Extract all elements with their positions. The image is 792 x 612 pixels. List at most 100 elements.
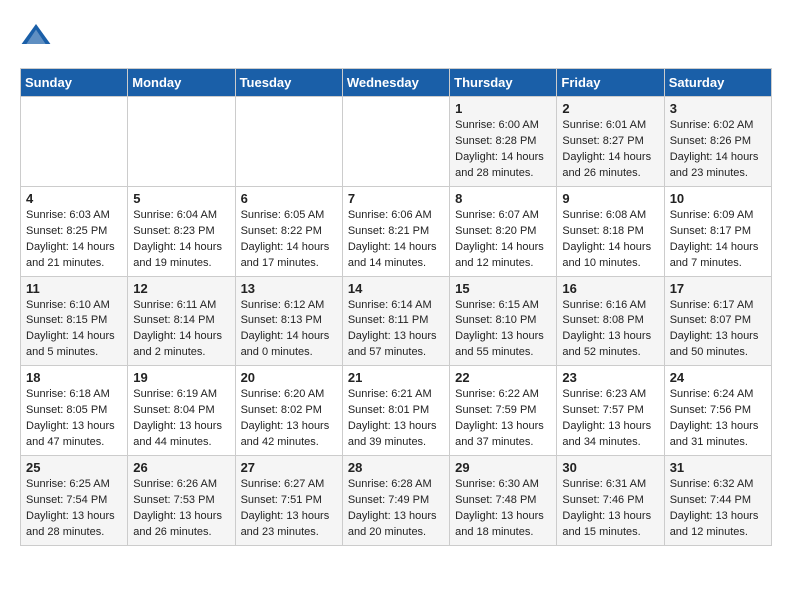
- week-row-2: 4 Sunrise: 6:03 AMSunset: 8:25 PMDaylight…: [21, 186, 772, 276]
- calendar-cell: 22 Sunrise: 6:22 AMSunset: 7:59 PMDayligh…: [450, 366, 557, 456]
- calendar-cell: 21 Sunrise: 6:21 AMSunset: 8:01 PMDayligh…: [342, 366, 449, 456]
- cell-content: Sunrise: 6:30 AMSunset: 7:48 PMDaylight:…: [455, 477, 551, 541]
- calendar-cell: 8 Sunrise: 6:07 AMSunset: 8:20 PMDaylight…: [450, 186, 557, 276]
- cell-content: Sunrise: 6:06 AMSunset: 8:21 PMDaylight:…: [348, 208, 444, 272]
- cell-content: Sunrise: 6:15 AMSunset: 8:10 PMDaylight:…: [455, 298, 551, 362]
- logo-icon: [20, 20, 52, 52]
- day-number: 6: [241, 191, 337, 206]
- calendar-cell: 12 Sunrise: 6:11 AMSunset: 8:14 PMDayligh…: [128, 276, 235, 366]
- cell-content: Sunrise: 6:02 AMSunset: 8:26 PMDaylight:…: [670, 118, 766, 182]
- cell-content: Sunrise: 6:11 AMSunset: 8:14 PMDaylight:…: [133, 298, 229, 362]
- header-friday: Friday: [557, 69, 664, 97]
- day-number: 13: [241, 281, 337, 296]
- cell-content: Sunrise: 6:26 AMSunset: 7:53 PMDaylight:…: [133, 477, 229, 541]
- day-number: 22: [455, 370, 551, 385]
- header-saturday: Saturday: [664, 69, 771, 97]
- day-number: 19: [133, 370, 229, 385]
- week-row-4: 18 Sunrise: 6:18 AMSunset: 8:05 PMDayligh…: [21, 366, 772, 456]
- cell-content: Sunrise: 6:09 AMSunset: 8:17 PMDaylight:…: [670, 208, 766, 272]
- day-number: 10: [670, 191, 766, 206]
- header-thursday: Thursday: [450, 69, 557, 97]
- calendar-header: SundayMondayTuesdayWednesdayThursdayFrid…: [21, 69, 772, 97]
- calendar-cell: 3 Sunrise: 6:02 AMSunset: 8:26 PMDaylight…: [664, 97, 771, 187]
- day-number: 4: [26, 191, 122, 206]
- week-row-5: 25 Sunrise: 6:25 AMSunset: 7:54 PMDayligh…: [21, 456, 772, 546]
- cell-content: Sunrise: 6:08 AMSunset: 8:18 PMDaylight:…: [562, 208, 658, 272]
- calendar-cell: 28 Sunrise: 6:28 AMSunset: 7:49 PMDayligh…: [342, 456, 449, 546]
- calendar-cell: 26 Sunrise: 6:26 AMSunset: 7:53 PMDayligh…: [128, 456, 235, 546]
- calendar-cell: 9 Sunrise: 6:08 AMSunset: 8:18 PMDaylight…: [557, 186, 664, 276]
- calendar-cell: 24 Sunrise: 6:24 AMSunset: 7:56 PMDayligh…: [664, 366, 771, 456]
- day-number: 30: [562, 460, 658, 475]
- cell-content: Sunrise: 6:04 AMSunset: 8:23 PMDaylight:…: [133, 208, 229, 272]
- cell-content: Sunrise: 6:05 AMSunset: 8:22 PMDaylight:…: [241, 208, 337, 272]
- day-number: 9: [562, 191, 658, 206]
- day-number: 3: [670, 101, 766, 116]
- day-number: 2: [562, 101, 658, 116]
- calendar-cell: [342, 97, 449, 187]
- day-number: 24: [670, 370, 766, 385]
- calendar-cell: 17 Sunrise: 6:17 AMSunset: 8:07 PMDayligh…: [664, 276, 771, 366]
- cell-content: Sunrise: 6:17 AMSunset: 8:07 PMDaylight:…: [670, 298, 766, 362]
- day-number: 16: [562, 281, 658, 296]
- cell-content: Sunrise: 6:24 AMSunset: 7:56 PMDaylight:…: [670, 387, 766, 451]
- day-number: 5: [133, 191, 229, 206]
- cell-content: Sunrise: 6:23 AMSunset: 7:57 PMDaylight:…: [562, 387, 658, 451]
- day-number: 25: [26, 460, 122, 475]
- day-number: 11: [26, 281, 122, 296]
- day-number: 21: [348, 370, 444, 385]
- cell-content: Sunrise: 6:12 AMSunset: 8:13 PMDaylight:…: [241, 298, 337, 362]
- calendar-cell: 2 Sunrise: 6:01 AMSunset: 8:27 PMDaylight…: [557, 97, 664, 187]
- cell-content: Sunrise: 6:28 AMSunset: 7:49 PMDaylight:…: [348, 477, 444, 541]
- day-number: 31: [670, 460, 766, 475]
- calendar-cell: 29 Sunrise: 6:30 AMSunset: 7:48 PMDayligh…: [450, 456, 557, 546]
- cell-content: Sunrise: 6:18 AMSunset: 8:05 PMDaylight:…: [26, 387, 122, 451]
- calendar-cell: 4 Sunrise: 6:03 AMSunset: 8:25 PMDaylight…: [21, 186, 128, 276]
- calendar-cell: 18 Sunrise: 6:18 AMSunset: 8:05 PMDayligh…: [21, 366, 128, 456]
- logo: [20, 20, 54, 52]
- cell-content: Sunrise: 6:27 AMSunset: 7:51 PMDaylight:…: [241, 477, 337, 541]
- calendar-cell: 27 Sunrise: 6:27 AMSunset: 7:51 PMDayligh…: [235, 456, 342, 546]
- day-number: 8: [455, 191, 551, 206]
- day-number: 7: [348, 191, 444, 206]
- calendar-cell: [21, 97, 128, 187]
- cell-content: Sunrise: 6:10 AMSunset: 8:15 PMDaylight:…: [26, 298, 122, 362]
- calendar-cell: [128, 97, 235, 187]
- day-number: 23: [562, 370, 658, 385]
- calendar-cell: 1Sunrise: 6:00 AMSunset: 8:28 PMDaylight…: [450, 97, 557, 187]
- cell-content: Sunrise: 6:22 AMSunset: 7:59 PMDaylight:…: [455, 387, 551, 451]
- cell-content: Sunrise: 6:14 AMSunset: 8:11 PMDaylight:…: [348, 298, 444, 362]
- calendar-cell: 11 Sunrise: 6:10 AMSunset: 8:15 PMDayligh…: [21, 276, 128, 366]
- calendar-cell: 15Sunrise: 6:15 AMSunset: 8:10 PMDayligh…: [450, 276, 557, 366]
- calendar-cell: 5 Sunrise: 6:04 AMSunset: 8:23 PMDaylight…: [128, 186, 235, 276]
- day-number: 29: [455, 460, 551, 475]
- day-number: 17: [670, 281, 766, 296]
- calendar-cell: 6 Sunrise: 6:05 AMSunset: 8:22 PMDaylight…: [235, 186, 342, 276]
- day-number: 12: [133, 281, 229, 296]
- day-number: 18: [26, 370, 122, 385]
- calendar-table: SundayMondayTuesdayWednesdayThursdayFrid…: [20, 68, 772, 546]
- cell-content: Sunrise: 6:32 AMSunset: 7:44 PMDaylight:…: [670, 477, 766, 541]
- calendar-cell: 19 Sunrise: 6:19 AMSunset: 8:04 PMDayligh…: [128, 366, 235, 456]
- cell-content: Sunrise: 6:03 AMSunset: 8:25 PMDaylight:…: [26, 208, 122, 272]
- calendar-cell: 10 Sunrise: 6:09 AMSunset: 8:17 PMDayligh…: [664, 186, 771, 276]
- calendar-cell: 7 Sunrise: 6:06 AMSunset: 8:21 PMDaylight…: [342, 186, 449, 276]
- calendar-body: 1Sunrise: 6:00 AMSunset: 8:28 PMDaylight…: [21, 97, 772, 546]
- cell-content: Sunrise: 6:19 AMSunset: 8:04 PMDaylight:…: [133, 387, 229, 451]
- day-number: 28: [348, 460, 444, 475]
- calendar-cell: 16Sunrise: 6:16 AMSunset: 8:08 PMDayligh…: [557, 276, 664, 366]
- day-number: 26: [133, 460, 229, 475]
- calendar-cell: 20Sunrise: 6:20 AMSunset: 8:02 PMDayligh…: [235, 366, 342, 456]
- calendar-cell: 31 Sunrise: 6:32 AMSunset: 7:44 PMDayligh…: [664, 456, 771, 546]
- header-row: SundayMondayTuesdayWednesdayThursdayFrid…: [21, 69, 772, 97]
- cell-content: Sunrise: 6:07 AMSunset: 8:20 PMDaylight:…: [455, 208, 551, 272]
- header-tuesday: Tuesday: [235, 69, 342, 97]
- cell-content: Sunrise: 6:25 AMSunset: 7:54 PMDaylight:…: [26, 477, 122, 541]
- week-row-1: 1Sunrise: 6:00 AMSunset: 8:28 PMDaylight…: [21, 97, 772, 187]
- header-sunday: Sunday: [21, 69, 128, 97]
- cell-content: Sunrise: 6:01 AMSunset: 8:27 PMDaylight:…: [562, 118, 658, 182]
- cell-content: Sunrise: 6:21 AMSunset: 8:01 PMDaylight:…: [348, 387, 444, 451]
- day-number: 27: [241, 460, 337, 475]
- header-wednesday: Wednesday: [342, 69, 449, 97]
- calendar-cell: 23 Sunrise: 6:23 AMSunset: 7:57 PMDayligh…: [557, 366, 664, 456]
